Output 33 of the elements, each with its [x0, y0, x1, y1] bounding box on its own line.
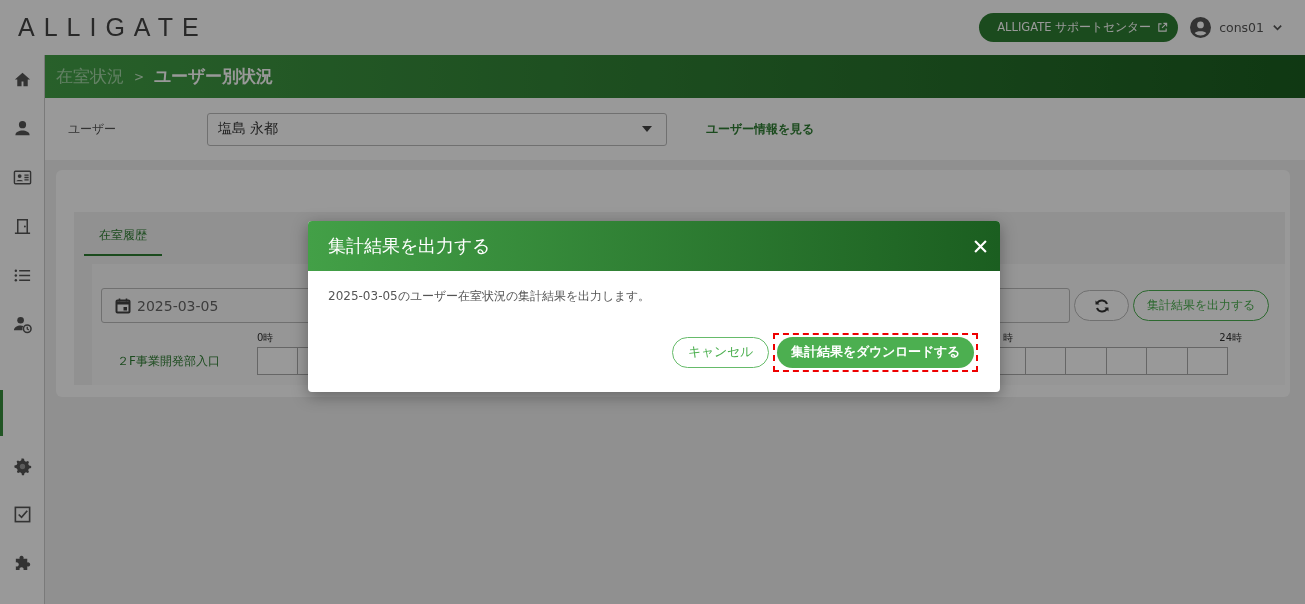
tab[interactable]: 在室履歴	[84, 219, 162, 256]
checkbox-icon[interactable]	[12, 504, 32, 524]
refresh-button[interactable]	[1074, 290, 1129, 321]
hour-label: 24時	[1219, 331, 1242, 345]
page-title: ユーザー別状況	[154, 65, 274, 88]
chevron-down-icon[interactable]	[1272, 22, 1283, 33]
user-select[interactable]: 塩島 永都	[207, 112, 667, 146]
hour-label: 0時	[257, 331, 274, 345]
dialog-title: 集計結果を出力する	[328, 234, 490, 258]
refresh-icon	[1093, 297, 1110, 314]
cancel-button[interactable]: キャンセル	[672, 337, 769, 368]
hour-label: 時	[1003, 331, 1014, 345]
external-link-icon	[1157, 22, 1169, 33]
dialog-message: 2025-03-05のユーザー在室状況の集計結果を出力します。	[328, 288, 651, 305]
location-name: ２F事業開発部入口	[116, 352, 221, 370]
field-label: ユーザー	[68, 120, 117, 138]
dropdown-caret-icon	[642, 126, 652, 132]
user-info-link[interactable]: ユーザー情報を見る	[706, 120, 814, 138]
breadcrumb-separator: >	[134, 69, 145, 84]
logo: ALLIGATE	[18, 13, 208, 42]
close-icon[interactable]	[974, 239, 987, 253]
export-button[interactable]: 集計結果を出力する	[1133, 290, 1269, 321]
door-icon[interactable]	[12, 217, 32, 236]
breadcrumb-link[interactable]: 在室状況	[56, 65, 124, 88]
support-center-button[interactable]: ALLIGATE サポートセンター	[979, 13, 1179, 42]
download-button[interactable]: 集計結果をダウンロードする	[777, 337, 974, 368]
user-name[interactable]: cons01	[1219, 20, 1264, 35]
id-card-icon[interactable]	[12, 168, 32, 187]
account-icon	[1190, 17, 1212, 38]
home-icon[interactable]	[12, 70, 32, 89]
person-clock-icon[interactable]	[12, 315, 32, 334]
gear-icon[interactable]	[12, 456, 32, 476]
calendar-icon	[115, 297, 131, 314]
